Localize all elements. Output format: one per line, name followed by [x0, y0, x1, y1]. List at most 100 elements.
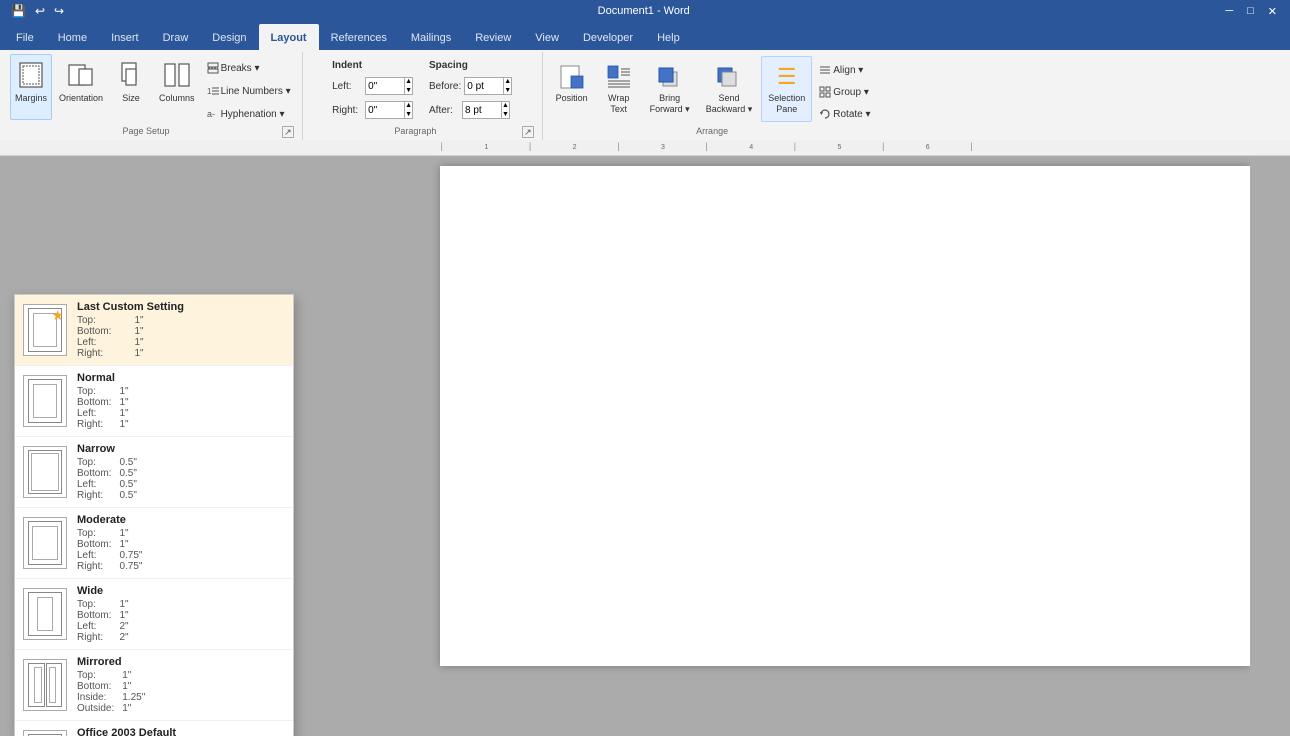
indent-left-up[interactable]: ▲ [405, 77, 412, 86]
margin-item-normal[interactable]: Normal Top:1" Bottom:1" Left:1" Right:1" [15, 366, 293, 437]
spacing-before-input[interactable]: ▲ ▼ [464, 77, 512, 95]
page-setup-expander[interactable]: ↗ [282, 126, 294, 138]
indent-right-input[interactable]: ▲ ▼ [365, 101, 413, 119]
spacing-after-input[interactable]: ▲ ▼ [462, 101, 510, 119]
margin-item-moderate[interactable]: Moderate Top:1" Bottom:1" Left:0.75" Rig… [15, 508, 293, 579]
tab-developer[interactable]: Developer [571, 24, 645, 50]
svg-text:a-: a- [207, 109, 215, 119]
spacing-before-label: Before: [429, 81, 461, 92]
quick-undo-btn[interactable]: ↩ [32, 3, 48, 19]
align-icon [819, 64, 831, 76]
margin-preview-moderate [23, 517, 67, 569]
breaks-button[interactable]: Breaks ▾ [202, 58, 296, 78]
window-minimize-btn[interactable]: ─ [1220, 4, 1238, 19]
margin-preview-normal [23, 375, 67, 427]
position-icon [558, 63, 586, 91]
bring-forward-icon [656, 63, 684, 91]
bring-forward-button[interactable]: BringForward ▾ [643, 56, 697, 122]
quick-save-btn[interactable]: 💾 [8, 3, 29, 19]
spacing-after-field[interactable] [463, 102, 501, 118]
window-maximize-btn[interactable]: □ [1242, 4, 1259, 19]
columns-button[interactable]: Columns [154, 54, 200, 120]
spacing-before-down[interactable]: ▼ [504, 86, 511, 95]
margin-item-mirrored[interactable]: Mirrored Top:1" Bottom:1" Inside:1.25" O… [15, 650, 293, 721]
quick-redo-btn[interactable]: ↪ [51, 3, 67, 19]
group-button[interactable]: Group ▾ [814, 82, 875, 102]
indent-label: Indent [332, 60, 413, 71]
orientation-icon [65, 59, 97, 91]
margin-preview-narrow [23, 446, 67, 498]
tab-insert[interactable]: Insert [99, 24, 151, 50]
ruler: │ 1 │ 2 │ 3 │ 4 │ 5 │ 6 │ [0, 140, 1290, 156]
margin-preview-office2003 [23, 730, 67, 736]
svg-text:1: 1 [207, 87, 212, 96]
selected-star-icon: ★ [51, 307, 64, 324]
indent-left-down[interactable]: ▼ [405, 86, 412, 95]
hyphenation-icon: a- [207, 108, 219, 120]
spacing-after-label: After: [429, 105, 459, 116]
line-numbers-label: Line Numbers ▾ [221, 86, 291, 97]
align-button[interactable]: Align ▾ [814, 60, 875, 80]
tab-layout[interactable]: Layout [259, 24, 319, 50]
indent-left-label: Left: [332, 81, 362, 92]
margin-item-wide[interactable]: Wide Top:1" Bottom:1" Left:2" Right:2" [15, 579, 293, 650]
group-icon [819, 86, 831, 98]
tab-review[interactable]: Review [463, 24, 523, 50]
selection-pane-button[interactable]: ☰ SelectionPane [761, 56, 812, 122]
margin-item-last-custom[interactable]: ★ Last Custom Setting Top:1" Bottom:1" L… [15, 295, 293, 366]
spacing-before-up[interactable]: ▲ [504, 77, 511, 86]
line-numbers-icon: 1 [207, 85, 219, 97]
margin-text-narrow: Narrow Top:0.5" Bottom:0.5" Left:0.5" Ri… [77, 443, 154, 501]
indent-right-up[interactable]: ▲ [405, 101, 412, 110]
indent-right-label: Right: [332, 105, 362, 116]
breaks-label: Breaks ▾ [221, 63, 260, 74]
paragraph-expander[interactable]: ↗ [522, 126, 533, 138]
breaks-icon [207, 62, 219, 74]
send-backward-button[interactable]: SendBackward ▾ [699, 56, 760, 122]
margin-preview-wide [23, 588, 67, 640]
margin-item-narrow[interactable]: Narrow Top:0.5" Bottom:0.5" Left:0.5" Ri… [15, 437, 293, 508]
size-icon [115, 59, 147, 91]
tab-draw[interactable]: Draw [151, 24, 201, 50]
rotate-button[interactable]: Rotate ▾ [814, 104, 875, 124]
orientation-button[interactable]: Orientation [54, 54, 108, 120]
size-button[interactable]: Size [110, 54, 152, 120]
spacing-label: Spacing [429, 60, 512, 71]
line-numbers-button[interactable]: 1 Line Numbers ▾ [202, 81, 296, 101]
page-setup-group-label: Page Setup [10, 126, 282, 138]
tab-mailings[interactable]: Mailings [399, 24, 463, 50]
tab-file[interactable]: File [4, 24, 46, 50]
wrap-text-button[interactable]: WrapText [597, 56, 641, 122]
indent-left-input[interactable]: ▲ ▼ [365, 77, 413, 95]
indent-left-field[interactable] [366, 78, 404, 94]
selection-pane-icon: ☰ [773, 63, 801, 91]
margin-preview-mirrored [23, 659, 67, 711]
spacing-after-up[interactable]: ▲ [502, 101, 509, 110]
tab-view[interactable]: View [523, 24, 571, 50]
margins-button[interactable]: Margins [10, 54, 52, 120]
tab-references[interactable]: References [319, 24, 399, 50]
send-backward-label: SendBackward ▾ [706, 93, 753, 115]
right-gutter [1250, 156, 1290, 736]
margin-text-office2003: Office 2003 Default Top:1" Bottom:1" Lef… [77, 727, 176, 736]
position-button[interactable]: Position [549, 56, 595, 122]
margin-text-moderate: Moderate Top:1" Bottom:1" Left:0.75" Rig… [77, 514, 154, 572]
margins-icon [15, 59, 47, 91]
indent-right-down[interactable]: ▼ [405, 110, 412, 119]
document-page [440, 166, 1250, 666]
hyphenation-button[interactable]: a- Hyphenation ▾ [202, 104, 296, 124]
arrange-group-label: Arrange [549, 126, 876, 138]
window-close-btn[interactable]: ✕ [1263, 4, 1282, 19]
tab-home[interactable]: Home [46, 24, 99, 50]
indent-right-field[interactable] [366, 102, 404, 118]
bring-forward-label: BringForward ▾ [650, 93, 690, 115]
spacing-after-down[interactable]: ▼ [502, 110, 509, 119]
wrap-text-label: WrapText [608, 93, 629, 115]
tab-design[interactable]: Design [200, 24, 258, 50]
tab-help[interactable]: Help [645, 24, 692, 50]
spacing-before-field[interactable] [465, 78, 503, 94]
send-backward-icon [715, 63, 743, 91]
margin-text-wide: Wide Top:1" Bottom:1" Left:2" Right:2" [77, 585, 154, 643]
margins-dropdown: ★ Last Custom Setting Top:1" Bottom:1" L… [14, 294, 294, 736]
margin-text-last-custom: Last Custom Setting Top:1" Bottom:1" Lef… [77, 301, 184, 359]
